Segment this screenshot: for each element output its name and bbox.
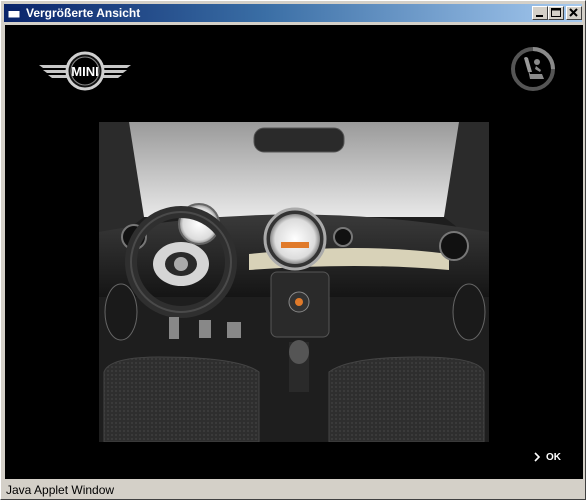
maximize-button[interactable] — [548, 6, 564, 20]
car-interior-photo — [99, 122, 489, 442]
ok-button[interactable]: OK — [533, 449, 561, 465]
applet-window: Vergrößerte Ansicht MINI OK Java Applet … — [0, 0, 586, 500]
maximize-icon — [551, 8, 561, 17]
chevron-right-icon — [534, 452, 541, 462]
status-text: Java Applet Window — [6, 483, 115, 497]
mini-logo: MINI — [39, 51, 131, 91]
minimize-button[interactable] — [532, 6, 548, 20]
title-bar[interactable]: Vergrößerte Ansicht — [4, 4, 582, 22]
window-title: Vergrößerte Ansicht — [26, 6, 141, 20]
java-applet-icon — [7, 7, 21, 19]
close-button[interactable] — [566, 6, 582, 20]
close-icon — [569, 8, 578, 17]
dashboard-illustration — [99, 122, 489, 442]
ok-label: OK — [546, 451, 561, 463]
enlarged-view-panel: MINI OK — [5, 25, 583, 479]
logo-text: MINI — [71, 64, 98, 79]
status-bar: Java Applet Window — [3, 481, 583, 498]
minimize-icon — [536, 15, 543, 17]
seat-view-icon[interactable] — [510, 46, 556, 92]
